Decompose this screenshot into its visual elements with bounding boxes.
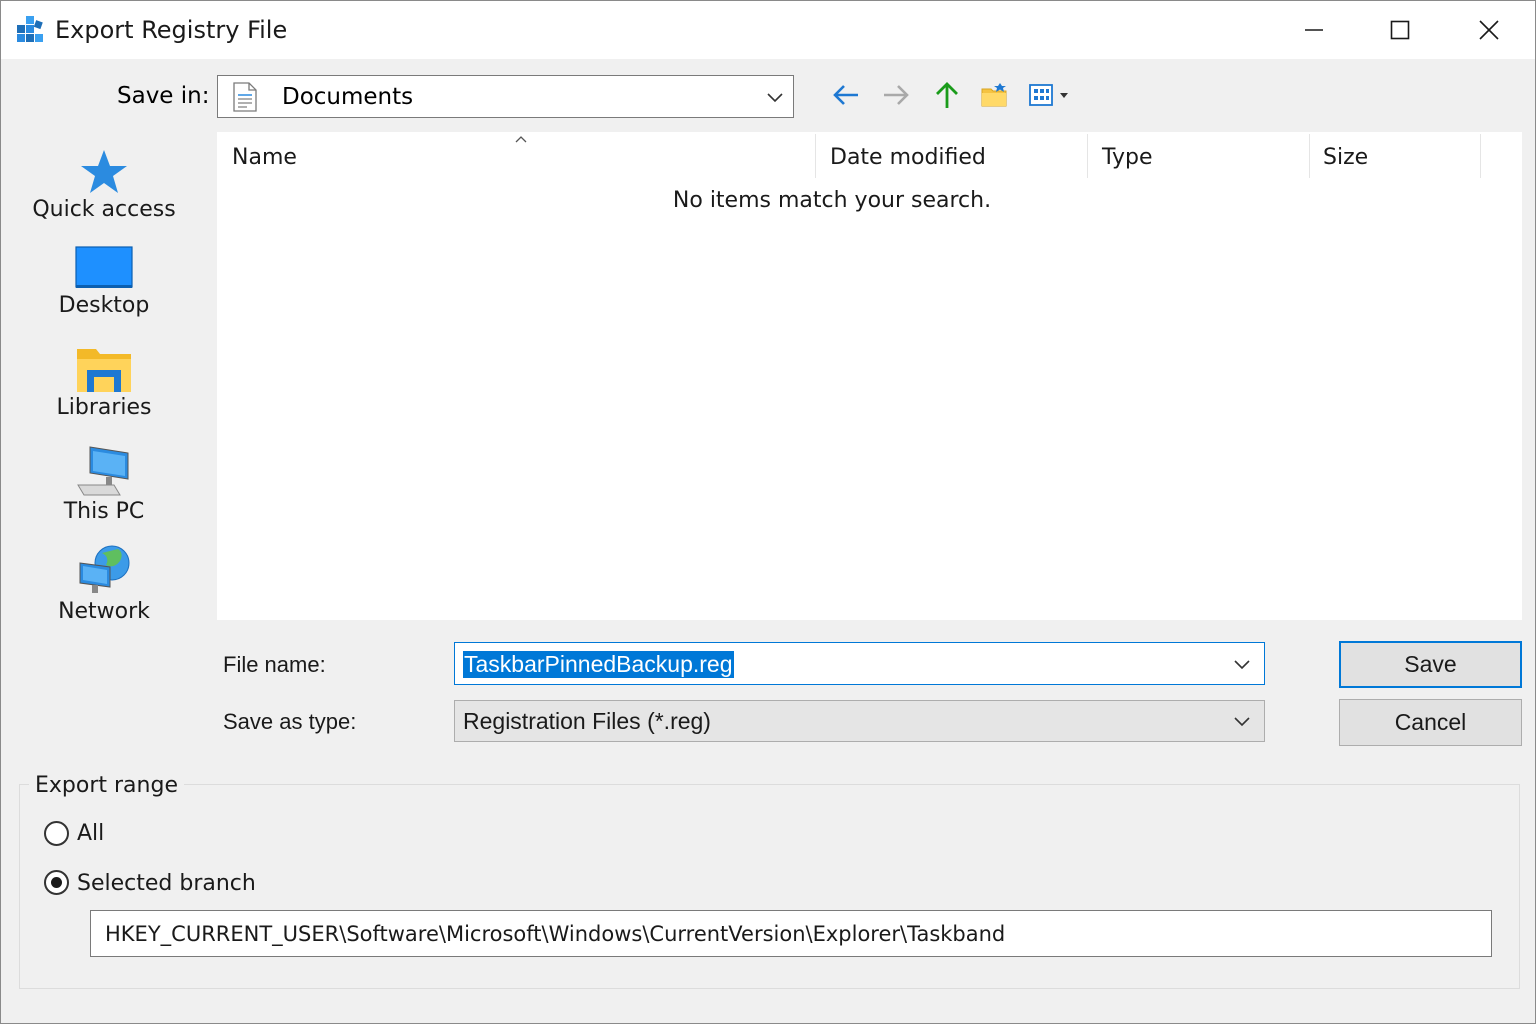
- cancel-button[interactable]: Cancel: [1339, 699, 1522, 746]
- branch-path-input[interactable]: HKEY_CURRENT_USER\Software\Microsoft\Win…: [90, 910, 1492, 957]
- documents-icon: [232, 82, 258, 117]
- empty-list-message: No items match your search.: [672, 188, 992, 213]
- forward-arrow-icon: [884, 85, 909, 105]
- place-label: Desktop: [58, 293, 150, 318]
- chevron-down-icon: [1234, 717, 1250, 727]
- column-header-label: Size: [1323, 145, 1369, 170]
- close-button[interactable]: [1446, 1, 1532, 59]
- maximize-icon: [1390, 20, 1410, 40]
- new-folder-button[interactable]: [977, 79, 1013, 111]
- column-header-label: Date modified: [830, 145, 986, 170]
- chevron-down-icon[interactable]: [1233, 657, 1251, 671]
- file-name-label: File name:: [223, 652, 326, 677]
- minimize-icon: [1305, 29, 1323, 31]
- save-in-value: Documents: [282, 84, 414, 110]
- column-divider[interactable]: [1480, 134, 1481, 178]
- save-in-label: Save in:: [117, 83, 210, 109]
- place-libraries[interactable]: Libraries: [3, 345, 205, 420]
- libraries-folder-icon: [77, 349, 131, 392]
- place-label: Network: [58, 599, 150, 624]
- up-arrow-icon: [936, 82, 958, 108]
- places-bar: Quick access Desktop Libraries This PC N…: [3, 131, 205, 741]
- computer-icon: [77, 446, 129, 496]
- star-icon: [81, 150, 127, 193]
- radio-selected-dot: [51, 877, 62, 888]
- column-header-label: Name: [232, 145, 297, 170]
- desktop-icon: [75, 246, 133, 288]
- minimize-button[interactable]: [1271, 1, 1357, 59]
- file-name-input[interactable]: TaskbarPinnedBackup.reg: [454, 642, 1265, 685]
- place-desktop[interactable]: Desktop: [3, 245, 205, 318]
- place-label: Libraries: [56, 395, 152, 420]
- up-folder-button[interactable]: [929, 79, 965, 111]
- forward-button[interactable]: [877, 79, 915, 111]
- save-as-type-dropdown[interactable]: Registration Files (*.reg): [454, 700, 1265, 742]
- column-header-type[interactable]: Type: [1088, 132, 1309, 178]
- file-list[interactable]: Name Date modified Type Size No items ma…: [217, 132, 1522, 620]
- export-range-title: Export range: [29, 773, 184, 798]
- regedit-icon: [15, 13, 45, 45]
- save-as-type-label: Save as type:: [223, 709, 357, 734]
- export-registry-dialog: Export Registry File Save in: Documents: [0, 0, 1536, 1024]
- window-title: Export Registry File: [55, 16, 288, 44]
- save-in-dropdown[interactable]: Documents: [217, 75, 794, 118]
- place-label: Quick access: [32, 197, 176, 222]
- radio-all-label[interactable]: All: [77, 821, 104, 846]
- column-header-label: Type: [1102, 145, 1153, 170]
- back-arrow-icon: [833, 85, 858, 105]
- close-icon: [1479, 20, 1499, 40]
- place-label: This PC: [63, 499, 145, 524]
- view-menu-button[interactable]: [1025, 79, 1073, 111]
- place-network[interactable]: Network: [3, 543, 205, 624]
- title-bar[interactable]: Export Registry File: [1, 1, 1535, 59]
- column-header-size[interactable]: Size: [1310, 132, 1480, 178]
- save-button[interactable]: Save: [1339, 641, 1522, 688]
- column-header-name[interactable]: Name: [217, 132, 815, 178]
- branch-path-value: HKEY_CURRENT_USER\Software\Microsoft\Win…: [105, 922, 1006, 946]
- radio-selected-branch-label[interactable]: Selected branch: [77, 871, 256, 896]
- save-as-type-value: Registration Files (*.reg): [463, 708, 711, 734]
- view-menu-icon: [1029, 84, 1068, 106]
- back-button[interactable]: [827, 79, 865, 111]
- new-folder-icon: [981, 83, 1007, 107]
- radio-selected-branch[interactable]: [44, 870, 69, 895]
- maximize-button[interactable]: [1357, 1, 1443, 59]
- network-globe-icon: [79, 545, 130, 593]
- chevron-down-icon: [767, 93, 783, 103]
- place-this-pc[interactable]: This PC: [3, 445, 205, 524]
- place-quick-access[interactable]: Quick access: [3, 147, 205, 222]
- column-header-date-modified[interactable]: Date modified: [816, 132, 1087, 178]
- file-name-value: TaskbarPinnedBackup.reg: [463, 651, 734, 678]
- radio-all[interactable]: [44, 821, 69, 846]
